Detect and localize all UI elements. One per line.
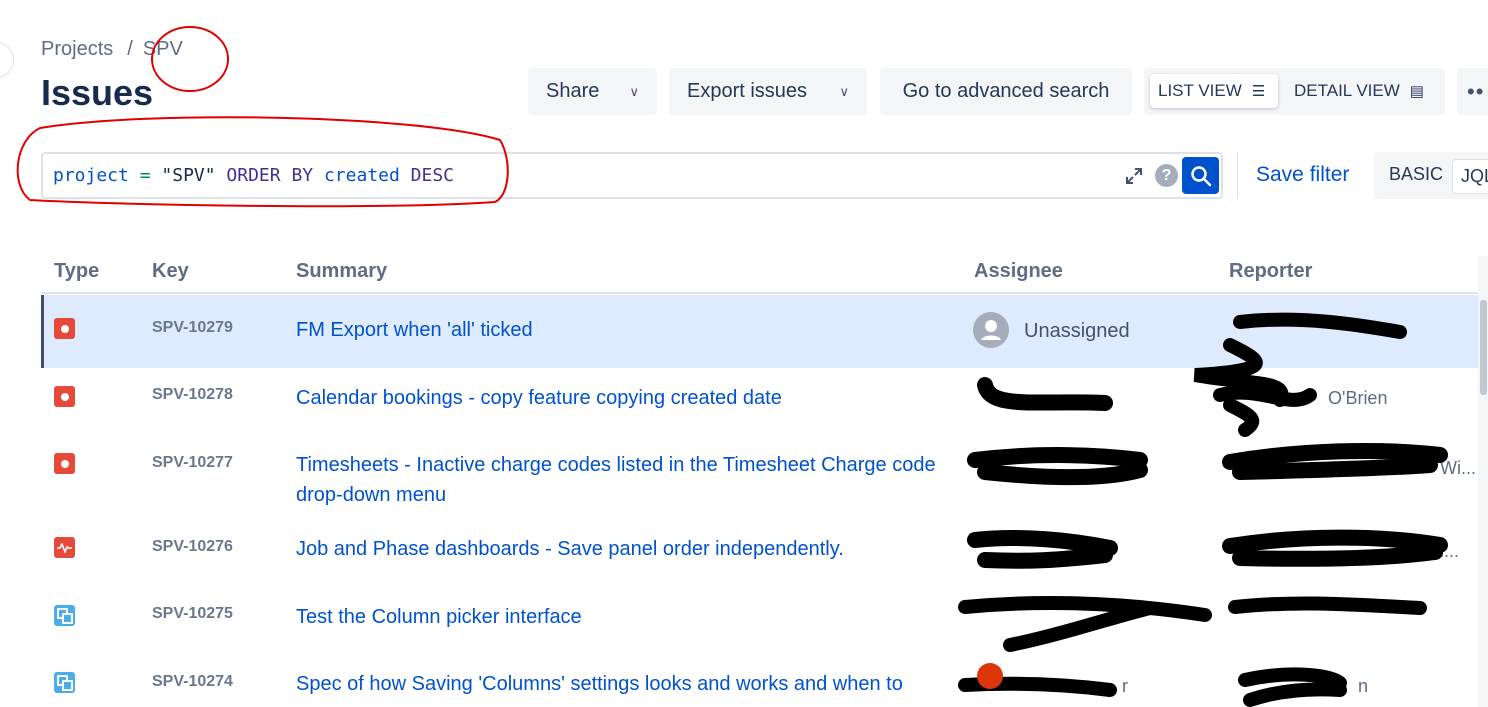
scrollbar-thumb[interactable]	[1480, 300, 1487, 395]
list-view-label: LIST VIEW	[1158, 81, 1242, 100]
search-icon	[1190, 165, 1211, 186]
breadcrumb-separator: /	[127, 38, 133, 60]
assignee-name: n	[1138, 458, 1149, 478]
view-switcher: LIST VIEW ☰ DETAIL VIEW ▤	[1144, 68, 1445, 115]
breadcrumb: Projects / SPV	[41, 38, 183, 61]
share-label: Share	[546, 80, 600, 102]
issue-key[interactable]: SPV-10279	[152, 319, 233, 337]
issue-key[interactable]: SPV-10278	[152, 386, 233, 404]
redaction-mark	[958, 596, 1212, 652]
expand-icon[interactable]	[1125, 167, 1143, 185]
user-icon	[981, 320, 1001, 340]
avatar	[977, 663, 1003, 689]
page-title: Issues	[41, 72, 154, 113]
sidebar-toggle[interactable]	[0, 42, 14, 78]
avatar	[973, 312, 1009, 348]
breadcrumb-project-link[interactable]: SPV	[143, 38, 183, 60]
redaction-mark	[1222, 442, 1448, 480]
issue-summary[interactable]: FM Export when 'all' ticked	[296, 315, 936, 345]
redaction-mark	[1238, 667, 1347, 707]
more-icon: ••	[1467, 78, 1485, 104]
column-header-assignee[interactable]: Assignee	[974, 260, 1063, 283]
save-filter-link[interactable]: Save filter	[1256, 163, 1349, 187]
more-actions-button[interactable]: ••	[1457, 68, 1488, 115]
breadcrumb-projects-link[interactable]: Projects	[41, 38, 113, 60]
assignee-name: r	[1122, 676, 1128, 696]
chevron-down-icon: ∨	[839, 83, 849, 99]
assignee-name: Unassigned	[1024, 320, 1130, 342]
subtask-icon	[54, 605, 75, 626]
detail-view-label: DETAIL VIEW	[1294, 81, 1400, 100]
toolbar-divider	[1237, 152, 1238, 199]
redaction-mark	[1228, 596, 1427, 615]
detail-view-button[interactable]: DETAIL VIEW ▤	[1286, 74, 1436, 108]
bug-icon	[54, 453, 75, 474]
detail-icon: ▤	[1409, 83, 1424, 100]
issue-key[interactable]: SPV-10276	[152, 538, 233, 556]
redaction-mark	[977, 377, 1113, 411]
redaction-mark	[958, 676, 1117, 697]
redaction-mark	[1222, 529, 1448, 567]
share-button[interactable]: Share ∨	[528, 68, 657, 115]
advanced-search-label: Go to advanced search	[902, 80, 1110, 102]
subtask-icon	[54, 672, 75, 693]
column-header-reporter[interactable]: Reporter	[1229, 260, 1312, 283]
jql-mode-button[interactable]: JQL	[1452, 159, 1488, 194]
export-issues-button[interactable]: Export issues ∨	[669, 68, 867, 115]
list-icon: ☰	[1251, 83, 1266, 100]
redaction-mark	[967, 447, 1148, 486]
list-view-button[interactable]: LIST VIEW ☰	[1150, 74, 1278, 108]
issue-summary[interactable]: Calendar bookings - copy feature copying…	[296, 383, 936, 413]
bug-icon	[54, 318, 75, 339]
redaction-mark	[967, 530, 1118, 569]
redaction-mark	[1213, 385, 1317, 437]
reporter-name: Wi...	[1440, 458, 1476, 478]
column-header-type[interactable]: Type	[54, 260, 99, 283]
basic-mode-button[interactable]: BASIC	[1389, 164, 1443, 185]
reporter-name: n	[1358, 676, 1369, 696]
issue-summary[interactable]: Test the Column picker interface	[296, 602, 936, 632]
incident-icon	[54, 537, 75, 558]
search-button[interactable]	[1182, 157, 1219, 194]
export-label: Export issues	[687, 80, 808, 102]
advanced-search-button[interactable]: Go to advanced search	[880, 68, 1132, 115]
chevron-down-icon: ∨	[629, 83, 639, 99]
jql-search-field[interactable]: project = "SPV" ORDER BY created DESC ?	[41, 152, 1223, 199]
reporter-name: O'Brien	[1328, 388, 1388, 408]
help-icon[interactable]: ?	[1155, 164, 1178, 187]
jql-query-text[interactable]: project = "SPV" ORDER BY created DESC	[53, 165, 454, 186]
reporter-name: i...	[1440, 541, 1460, 561]
column-header-summary[interactable]: Summary	[296, 260, 387, 283]
issue-key[interactable]: SPV-10277	[152, 454, 233, 472]
search-mode-switch: BASIC JQL	[1374, 152, 1488, 199]
bug-icon	[54, 386, 75, 407]
header-divider	[41, 292, 1481, 294]
issue-key[interactable]: SPV-10274	[152, 673, 233, 691]
issue-summary[interactable]: Timesheets - Inactive charge codes liste…	[296, 450, 936, 510]
issue-key[interactable]: SPV-10275	[152, 605, 233, 623]
column-header-key[interactable]: Key	[152, 260, 189, 283]
issue-summary[interactable]: Spec of how Saving 'Columns' settings lo…	[296, 669, 956, 699]
issue-summary[interactable]: Job and Phase dashboards - Save panel or…	[296, 534, 936, 564]
